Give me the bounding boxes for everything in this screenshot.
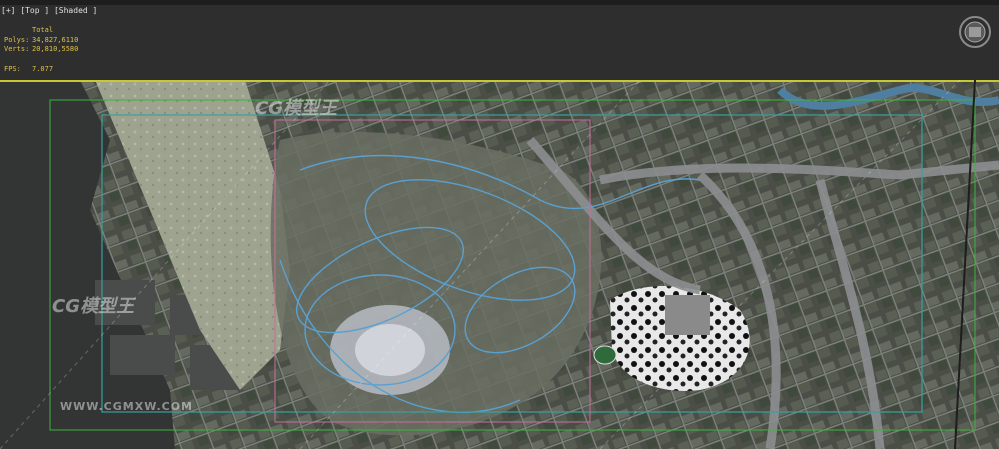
scene-map-render[interactable] xyxy=(0,80,999,449)
viewport-label-menu[interactable]: [+] [Top ] [Shaded ] xyxy=(1,6,97,15)
stadium-core xyxy=(355,324,425,376)
gray-building xyxy=(665,295,710,335)
polys-label: Polys: xyxy=(4,35,30,44)
view-cube-icon[interactable] xyxy=(957,14,993,50)
stats-fps-row: FPS: 7.077 xyxy=(4,65,78,75)
watermark-logo-1: CG模型王 xyxy=(52,296,134,317)
stats-polys-row: Polys: 34,827,6110 xyxy=(4,36,78,46)
viewport-top-background xyxy=(0,0,999,80)
fps-label: FPS: xyxy=(4,64,21,73)
viewport-top-shaded[interactable]: [+] [Top ] [Shaded ] Total Polys: 34,827… xyxy=(0,0,999,449)
verts-label: Verts: xyxy=(4,45,30,53)
watermark-url: WWW.CGMXW.COM xyxy=(60,400,193,413)
viewport-top-edge xyxy=(0,0,999,5)
stats-verts-row: Verts: 20,810,5580 xyxy=(4,45,78,55)
watermark-logo-2: CG模型王 xyxy=(255,98,337,119)
verts-value: 20,810,5580 xyxy=(32,45,79,53)
polys-value: 34,827,6110 xyxy=(32,35,79,44)
sports-field xyxy=(593,345,617,365)
fps-value: 7.077 xyxy=(32,64,54,73)
statistics-overlay: Total Polys: 34,827,6110 Verts: 20,810,5… xyxy=(4,26,78,74)
stats-header: Total xyxy=(32,26,54,34)
